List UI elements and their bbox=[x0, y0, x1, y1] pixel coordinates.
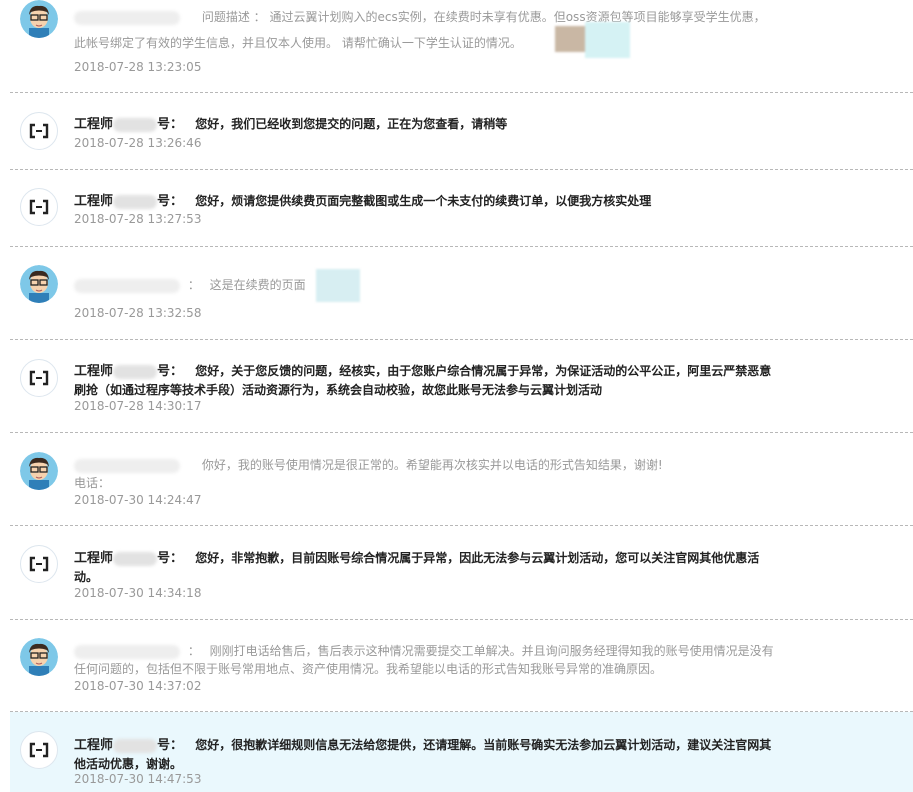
message-time: 2018-07-30 14:24:47 bbox=[74, 493, 202, 507]
message-body: 您好，烦请您提供续费页面完整截图或生成一个未支付的续费订单，以便我方核实处理 bbox=[195, 194, 652, 208]
divider bbox=[10, 432, 913, 433]
aliyun-logo-icon bbox=[29, 123, 49, 139]
user-avatar bbox=[20, 638, 58, 676]
message-body: 你好，我的账号使用情况是很正常的。希望能再次核实并以电话的形式告知结果，谢谢! bbox=[201, 458, 663, 472]
message-text: 工程师 号： 您好，关于您反馈的问题，经核实，由于您账户综合情况属于异常，为保证活… bbox=[74, 362, 774, 399]
user-avatar-icon bbox=[20, 638, 58, 676]
message-time: 2018-07-28 14:30:17 bbox=[74, 399, 202, 413]
staff-suffix: 号： bbox=[157, 117, 184, 132]
staff-name: 工程师 bbox=[74, 194, 114, 209]
user-avatar bbox=[20, 452, 58, 490]
message-time: 2018-07-30 14:34:18 bbox=[74, 586, 202, 600]
divider bbox=[10, 525, 913, 526]
aliyun-logo bbox=[20, 112, 58, 150]
divider bbox=[10, 246, 913, 247]
staff-name: 工程师 bbox=[74, 364, 114, 379]
message-text: ： 刚刚打电话给售后，售后表示这种情况需要提交工单解决。并且询问服务经理得知我的… bbox=[74, 642, 774, 678]
divider bbox=[10, 619, 913, 620]
message-time: 2018-07-30 14:47:53 bbox=[74, 772, 202, 786]
staff-name: 工程师 bbox=[74, 738, 114, 753]
divider bbox=[10, 92, 913, 93]
message-time: 2018-07-28 13:26:46 bbox=[74, 136, 202, 150]
message-prefix: 问题描述 ： bbox=[201, 10, 266, 24]
attachment-thumbnail[interactable] bbox=[316, 269, 360, 302]
message-text: 工程师 号： 您好，烦请您提供续费页面完整截图或生成一个未支付的续费订单，以便我方… bbox=[74, 192, 774, 211]
message-time: 2018-07-28 13:23:05 bbox=[74, 60, 202, 74]
divider bbox=[10, 169, 913, 170]
divider bbox=[10, 339, 913, 340]
aliyun-logo bbox=[20, 545, 58, 583]
message-text: 工程师 号： 您好，我们已经收到您提交的问题，正在为您查看，请稍等 bbox=[74, 115, 774, 134]
message-body: 您好，我们已经收到您提交的问题，正在为您查看，请稍等 bbox=[195, 117, 508, 131]
ticket-thread: 问题描述 ： 通过云翼计划购入的ecs实例，在续费时未享有优惠。但oss资源包等… bbox=[0, 0, 913, 792]
user-avatar-icon bbox=[20, 0, 58, 38]
aliyun-logo-icon bbox=[29, 199, 49, 215]
staff-suffix: 号： bbox=[157, 194, 184, 209]
aliyun-logo-icon bbox=[29, 370, 49, 386]
aliyun-logo-icon bbox=[29, 742, 49, 758]
user-avatar bbox=[20, 265, 58, 303]
user-avatar-icon bbox=[20, 265, 58, 303]
message-extra: 电话： bbox=[74, 476, 111, 490]
staff-suffix: 号： bbox=[157, 551, 184, 566]
aliyun-logo bbox=[20, 359, 58, 397]
user-avatar-icon bbox=[20, 452, 58, 490]
message-time: 2018-07-30 14:37:02 bbox=[74, 679, 202, 693]
message-text: 工程师 号： 您好，很抱歉详细规则信息无法给您提供，还请理解。当前账号确实无法参加… bbox=[74, 736, 774, 773]
message-text: 问题描述 ： 通过云翼计划购入的ecs实例，在续费时未享有优惠。但oss资源包等… bbox=[74, 4, 774, 56]
aliyun-logo-icon bbox=[29, 556, 49, 572]
message-body: 这是在续费的页面 bbox=[209, 278, 306, 292]
staff-name: 工程师 bbox=[74, 117, 114, 132]
staff-suffix: 号： bbox=[157, 738, 184, 753]
staff-name: 工程师 bbox=[74, 551, 114, 566]
aliyun-logo bbox=[20, 731, 58, 769]
attachment-thumbnail[interactable] bbox=[555, 22, 630, 58]
message-prefix: ： bbox=[187, 644, 200, 658]
user-avatar bbox=[20, 0, 58, 38]
message-prefix: ： bbox=[187, 278, 200, 292]
message-text: 工程师 号： 您好，非常抱歉，目前因账号综合情况属于异常，因此无法参与云翼计划活动… bbox=[74, 549, 774, 586]
staff-suffix: 号： bbox=[157, 364, 184, 379]
aliyun-logo bbox=[20, 188, 58, 226]
message-text: 你好，我的账号使用情况是很正常的。希望能再次核实并以电话的形式告知结果，谢谢! … bbox=[74, 456, 774, 492]
message-text: ： 这是在续费的页面 bbox=[74, 276, 774, 294]
message-time: 2018-07-28 13:27:53 bbox=[74, 212, 202, 226]
message-time: 2018-07-28 13:32:58 bbox=[74, 306, 202, 320]
